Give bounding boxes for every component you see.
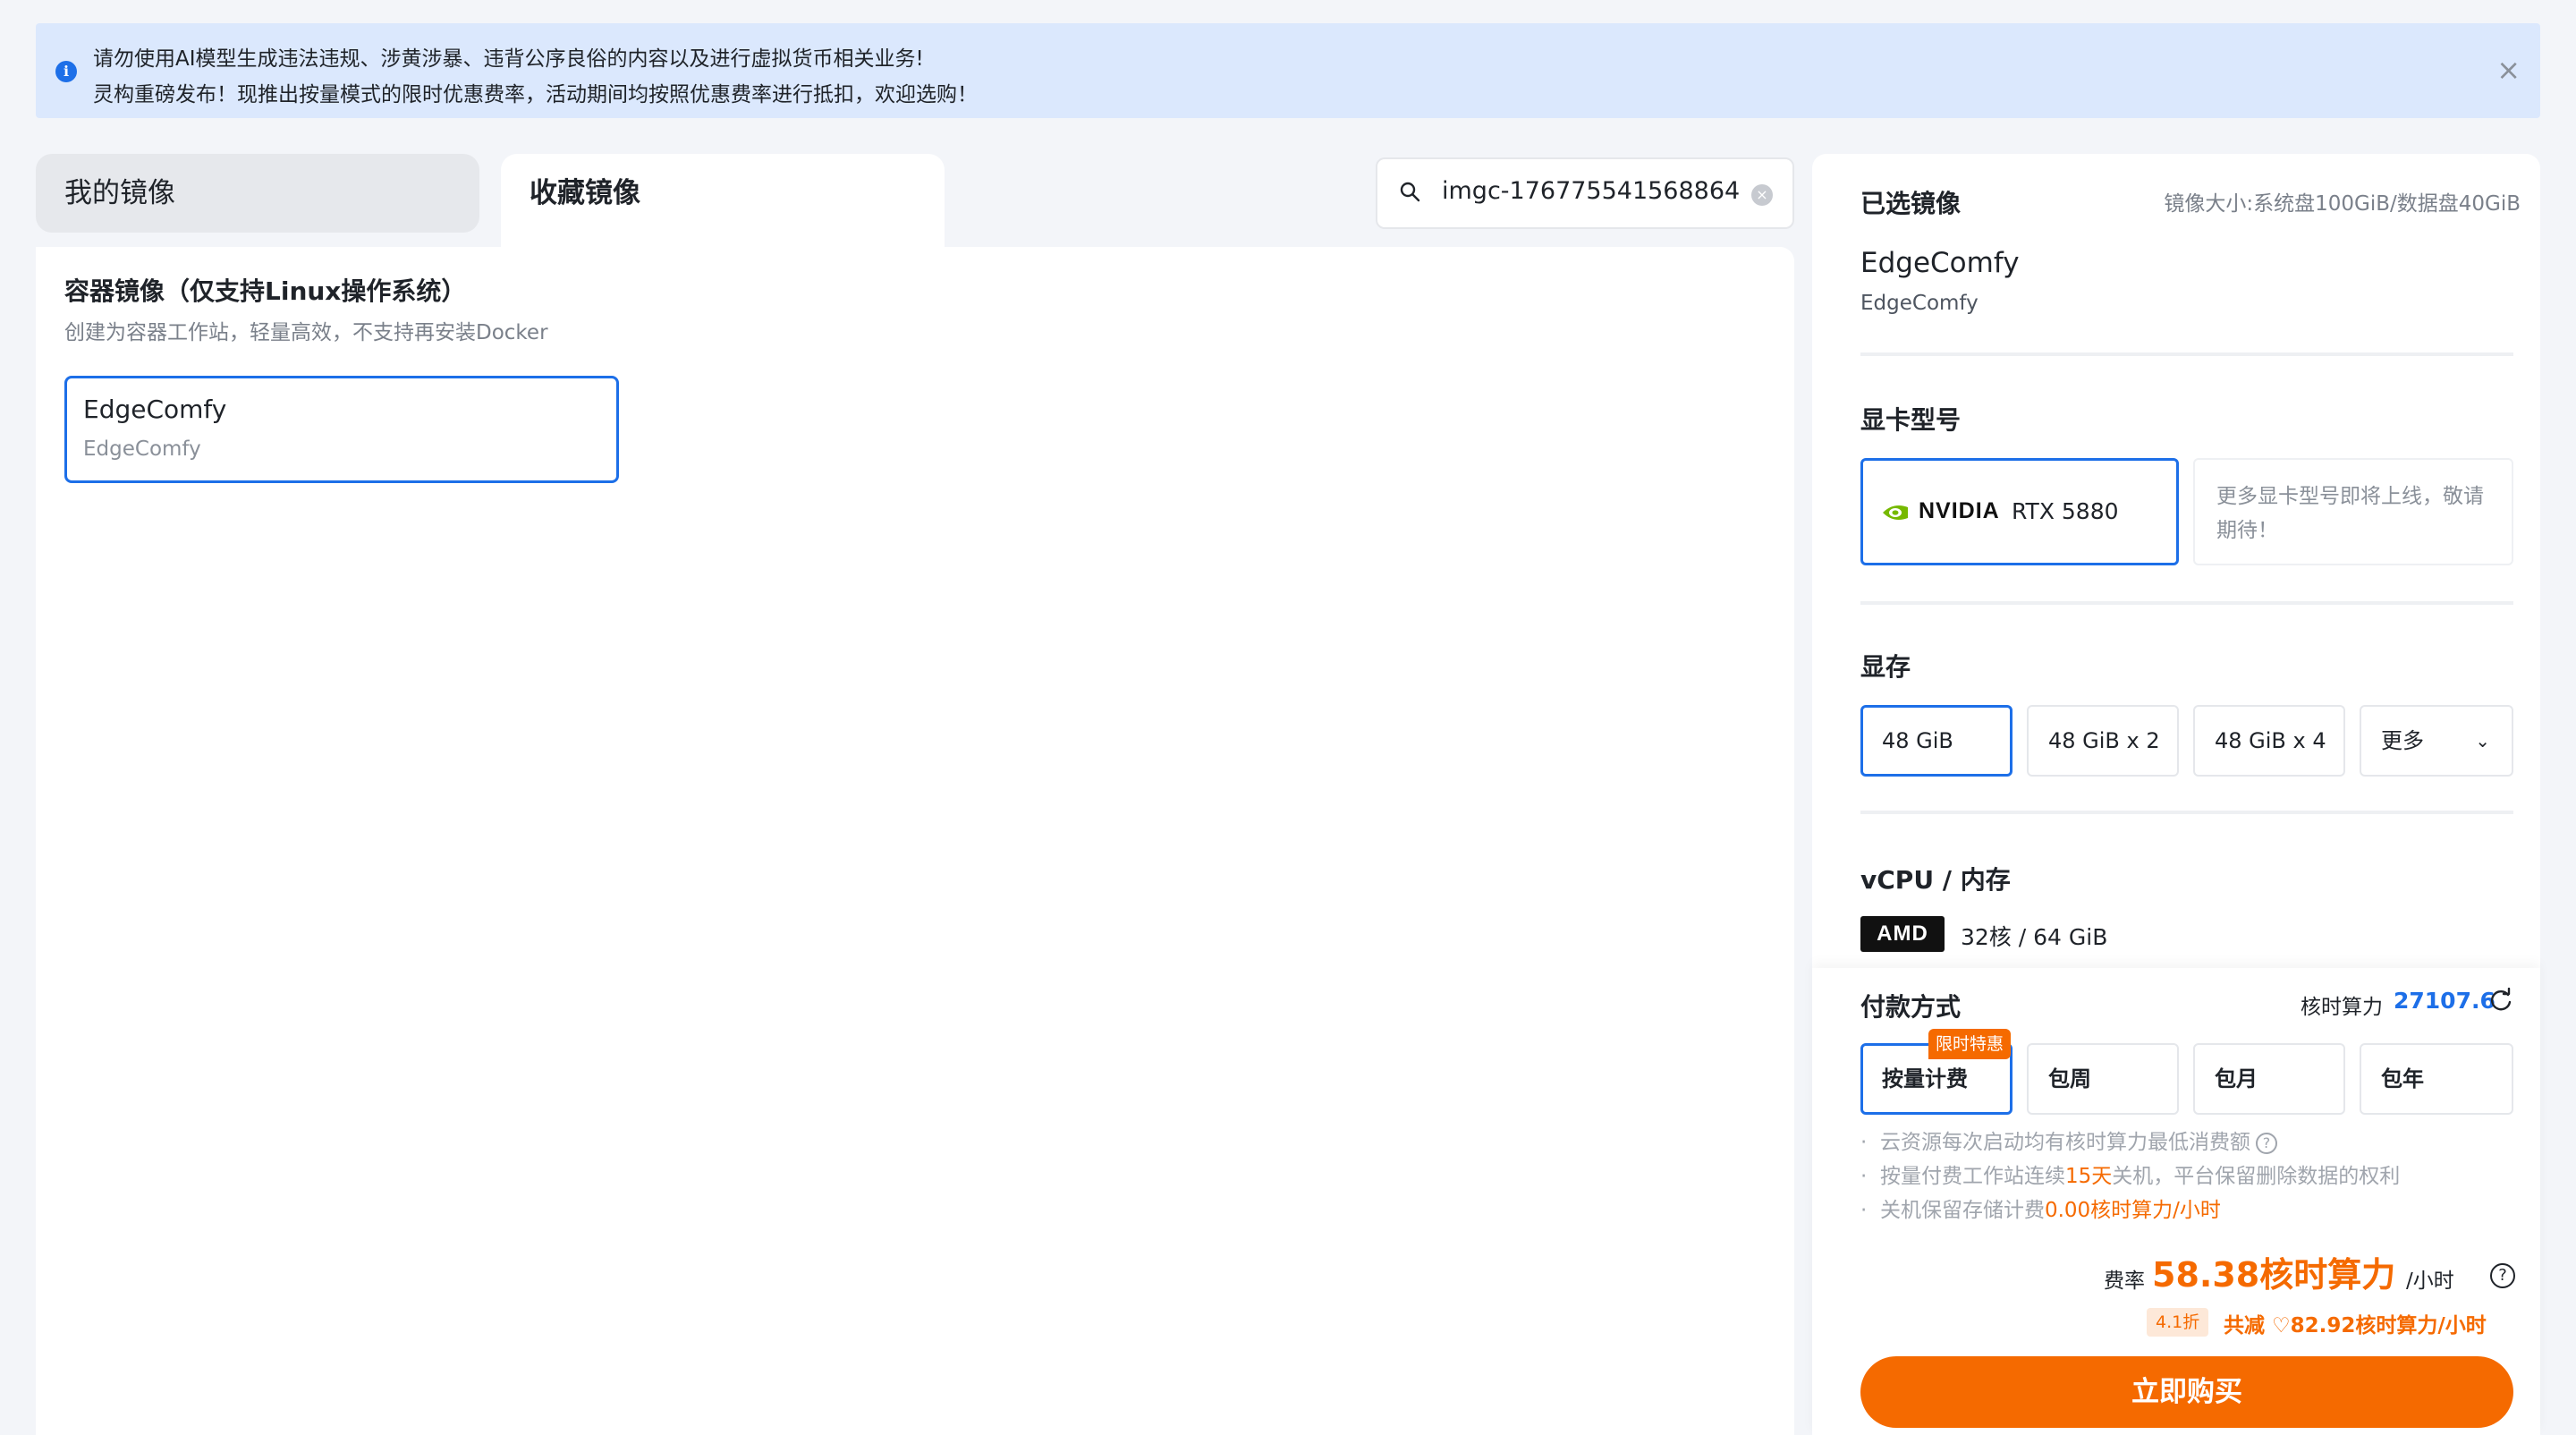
image-card-edgecomfy[interactable]: EdgeComfy EdgeComfy: [64, 376, 619, 483]
rate-value: 58.38核时算力: [2152, 1255, 2396, 1295]
gpu-more-placeholder: 更多显卡型号即将上线，敬请期待！: [2193, 458, 2513, 565]
vcpu-label: vCPU / 内存: [1860, 865, 2011, 895]
refresh-icon[interactable]: [2488, 988, 2513, 1013]
image-card-desc: EdgeComfy: [83, 437, 201, 461]
amd-logo-icon: AMD: [1860, 916, 1945, 952]
divider: [1860, 601, 2513, 605]
selected-image-desc: EdgeComfy: [1860, 292, 1979, 315]
tab-my-images[interactable]: 我的镜像: [36, 154, 479, 233]
gpu-option-rtx5880[interactable]: NVIDIA RTX 5880: [1860, 458, 2179, 565]
info-icon: i: [55, 61, 77, 82]
image-list-panel: 容器镜像（仅支持Linux操作系统） 创建为容器工作站，轻量高效，不支持再安装D…: [36, 247, 1794, 1435]
vram-label: 显存: [1860, 652, 1911, 682]
note-item: · 云资源每次启动均有核时算力最低消费额?: [1860, 1125, 2400, 1159]
selected-image-label: 已选镜像: [1860, 189, 1962, 218]
search-value: imgc-176775541568864: [1442, 177, 1741, 205]
tab-favorite-images[interactable]: 收藏镜像: [501, 154, 945, 247]
promo-badge: 限时特惠: [1928, 1029, 2012, 1059]
vram-more-label: 更多: [2381, 728, 2424, 753]
nvidia-logo-icon: [1883, 505, 1908, 520]
payment-notes: · 云资源每次启动均有核时算力最低消费额? · 按量付费工作站连续15天关机，平…: [1860, 1125, 2400, 1227]
vram-option-48[interactable]: 48 GiB: [1860, 705, 2012, 777]
chevron-down-icon: ⌄: [2475, 730, 2490, 751]
balance-label: 核时算力: [2301, 996, 2383, 1019]
gpu-model: RTX 5880: [2012, 498, 2119, 524]
section-subtitle: 创建为容器工作站，轻量高效，不支持再安装Docker: [64, 321, 548, 344]
notice-banner: i 请勿使用AI模型生成违法违规、涉黄涉暴、违背公序良俗的内容以及进行虚拟货币相…: [36, 23, 2540, 118]
pay-option-weekly[interactable]: 包周: [2027, 1043, 2179, 1115]
section-title: 容器镜像（仅支持Linux操作系统）: [64, 276, 467, 306]
note-item: · 关机保留存储计费0.00核时算力/小时: [1860, 1199, 2221, 1222]
note-item: · 按量付费工作站连续15天关机，平台保留删除数据的权利: [1860, 1165, 2401, 1188]
close-icon[interactable]: ×: [2496, 52, 2521, 88]
gpu-brand: NVIDIA: [1919, 498, 2000, 523]
notice-line-2: 灵构重磅发布！现推出按量模式的限时优惠费率，活动期间均按照优惠费率进行抵扣，欢迎…: [93, 83, 978, 106]
pay-option-monthly[interactable]: 包月: [2193, 1043, 2345, 1115]
pay-option-yearly[interactable]: 包年: [2360, 1043, 2513, 1115]
notice-line-1: 请勿使用AI模型生成违法违规、涉黄涉暴、违背公序良俗的内容以及进行虚拟货币相关业…: [93, 47, 924, 71]
payment-panel: 付款方式 核时算力 27107.6 按量计费 限时特惠 包周 包月 包年 · 云…: [1812, 968, 2540, 1435]
gpu-label: 显卡型号: [1860, 405, 1962, 435]
vram-more-dropdown[interactable]: 更多 ⌄: [2360, 705, 2513, 777]
clear-icon[interactable]: ×: [1751, 184, 1773, 206]
divider: [1860, 352, 2513, 356]
vram-option-48x4[interactable]: 48 GiB x 4: [2193, 705, 2345, 777]
vram-option-48x2[interactable]: 48 GiB x 2: [2027, 705, 2179, 777]
help-icon[interactable]: ?: [2255, 1132, 2277, 1154]
savings-text: 共减 ♡82.92核时算力/小时: [2224, 1314, 2487, 1337]
payment-label: 付款方式: [1860, 992, 1962, 1022]
balance-value: 27107.6: [2394, 988, 2496, 1014]
rate-unit: /小时: [2406, 1269, 2454, 1293]
cpu-spec: 32核 / 64 GiB: [1961, 924, 2108, 950]
help-icon[interactable]: ?: [2490, 1263, 2515, 1288]
selected-image-name: EdgeComfy: [1860, 247, 2020, 279]
buy-now-button[interactable]: 立即购买: [1860, 1356, 2513, 1428]
rate-label: 费率: [2104, 1269, 2145, 1293]
divider: [1860, 811, 2513, 814]
search-input[interactable]: imgc-176775541568864 ×: [1376, 157, 1794, 229]
search-icon: [1400, 182, 1420, 202]
image-card-name: EdgeComfy: [83, 395, 227, 424]
image-size: 镜像大小:系统盘100GiB/数据盘40GiB: [2164, 192, 2521, 216]
discount-badge: 4.1折: [2147, 1308, 2209, 1337]
